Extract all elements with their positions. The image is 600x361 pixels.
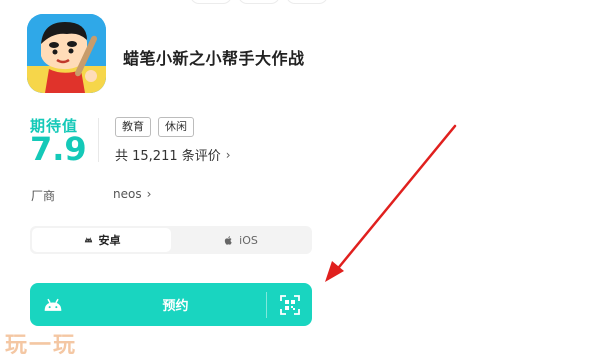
chevron-right-icon: › (225, 147, 231, 162)
reserve-android (30, 297, 75, 313)
reserve-button[interactable]: 预约 (30, 283, 312, 326)
tag-casual[interactable]: 休闲 (158, 117, 194, 137)
vendor-name: neos (113, 187, 142, 201)
app-icon[interactable] (27, 14, 106, 93)
tag-list: 教育 休闲 (115, 117, 194, 137)
top-partial-pills (190, 0, 328, 4)
crayon-shinchan-icon (27, 14, 106, 93)
vendor-link[interactable]: neos › (113, 187, 151, 201)
partial-pill (190, 0, 232, 4)
partial-pill (238, 0, 280, 4)
android-icon (44, 298, 61, 311)
tag-education[interactable]: 教育 (115, 117, 151, 137)
partial-pill (286, 0, 328, 4)
qr-code-icon (279, 294, 300, 315)
reviews-link[interactable]: 共 15,211 条评价 › (115, 145, 231, 165)
watermark-logo: 玩一玩 (5, 333, 78, 358)
reserve-label: 预约 (162, 299, 189, 314)
divider (98, 118, 99, 162)
qr-code-button[interactable] (267, 294, 312, 315)
reviews-count: 共 15,211 条评价 (115, 149, 221, 164)
chevron-right-icon: › (146, 187, 152, 201)
apple-icon (224, 235, 232, 245)
android-icon (84, 237, 92, 242)
platform-toggle: 安卓 iOS (30, 226, 312, 254)
app-title: 蜡笔小新之小帮手大作战 (123, 49, 305, 68)
tab-ios[interactable]: iOS (171, 228, 310, 252)
rating-value: 7.9 (30, 130, 87, 168)
tab-ios-label: iOS (239, 233, 258, 247)
tab-android-label: 安卓 (98, 234, 121, 247)
vendor-label: 厂商 (31, 189, 56, 203)
tab-android[interactable]: 安卓 (32, 228, 171, 252)
